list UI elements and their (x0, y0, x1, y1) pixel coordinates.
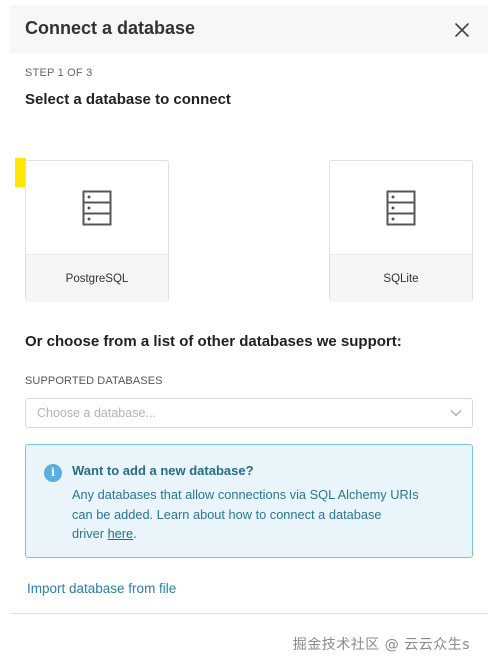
info-text-line: can be added. Learn about how to connect… (72, 506, 382, 522)
database-card-postgresql[interactable]: PostgreSQL (25, 160, 169, 302)
chevron-down-icon (450, 410, 462, 417)
other-databases-title: Or choose from a list of other databases… (25, 333, 402, 350)
footer-divider (10, 613, 488, 614)
info-title: Want to add a new database? (72, 463, 254, 478)
modal-header: Connect a database (10, 5, 488, 53)
card-icon-area (330, 161, 472, 254)
modal-title: Connect a database (25, 18, 196, 38)
card-icon-area (26, 161, 168, 254)
info-icon: i (44, 464, 62, 482)
import-database-link[interactable]: Import database from file (27, 581, 176, 596)
info-text-line: Any databases that allow connections via… (72, 487, 419, 502)
watermark: 掘金技术社区 @ 云云众生s (292, 637, 470, 653)
info-text-line: driver here. (72, 524, 452, 544)
step-indicator: STEP 1 OF 3 (25, 67, 93, 79)
supported-databases-label: SUPPORTED DATABASES (25, 375, 163, 387)
driver-help-link[interactable]: here (108, 526, 134, 541)
database-server-icon (386, 190, 416, 225)
database-select[interactable]: Choose a database... (25, 398, 473, 428)
info-text-suffix: . (133, 526, 137, 541)
select-placeholder: Choose a database... (37, 406, 156, 420)
database-card-sqlite[interactable]: SQLite (329, 160, 473, 302)
database-card-label: SQLite (330, 254, 472, 302)
info-alert: i Want to add a new database? Any databa… (25, 444, 473, 558)
info-text: Any databases that allow connections via… (72, 485, 452, 544)
close-icon[interactable] (454, 22, 470, 38)
info-text-prefix: driver (72, 526, 108, 541)
step-title: Select a database to connect (25, 91, 231, 108)
database-card-label: PostgreSQL (26, 254, 168, 302)
database-server-icon (82, 190, 112, 225)
